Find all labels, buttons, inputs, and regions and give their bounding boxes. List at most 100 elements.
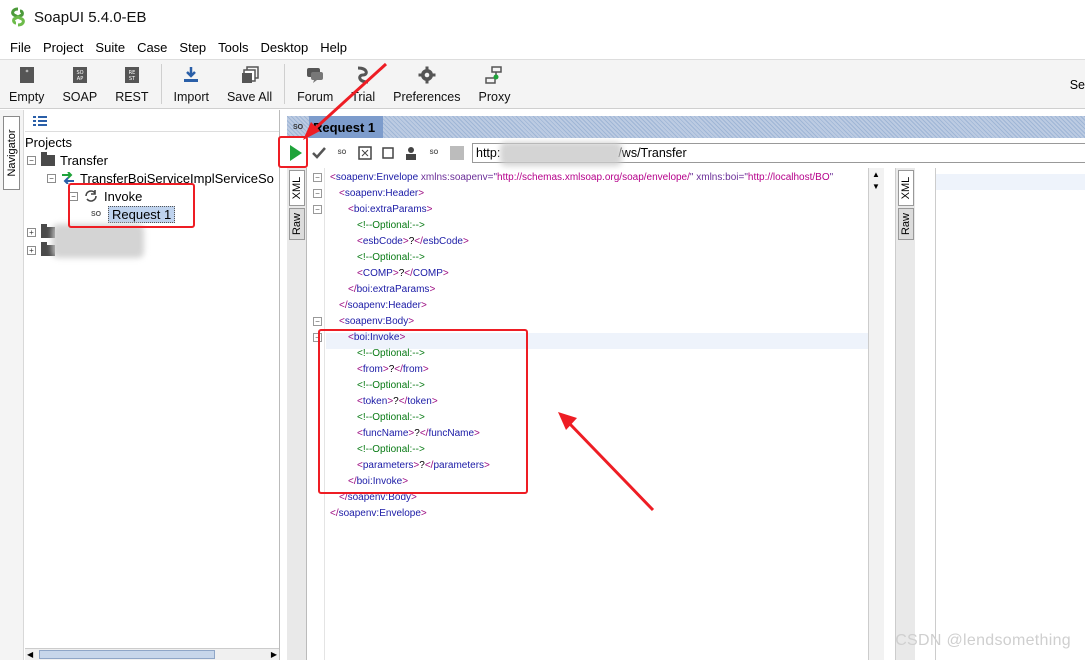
toolbar-search-label[interactable]: Se	[1070, 78, 1085, 92]
add-assertion-icon[interactable]	[311, 145, 327, 161]
endpoint-prefix: http:	[476, 146, 501, 160]
xml-token: <!--Optional:-->	[357, 220, 425, 231]
soap-action-icon[interactable]: SO	[334, 145, 350, 161]
xml-line: <boi:extraParams>	[326, 202, 433, 218]
xml-token: xmlns:soapenv	[420, 172, 488, 183]
menu-tools[interactable]: Tools	[212, 40, 254, 55]
fold-collapse-icon[interactable]: −	[313, 205, 322, 214]
scrollbar-thumb[interactable]	[39, 650, 215, 659]
toolbar-trial-button[interactable]: Trial	[342, 60, 384, 108]
xml-line: <esbCode>?</esbCode>	[326, 234, 469, 250]
scroll-up-icon[interactable]: ▲	[872, 170, 880, 179]
xml-token: </	[348, 284, 357, 295]
toolbar-save-all-button[interactable]: Save All	[218, 60, 281, 108]
xml-token: COMP	[362, 268, 393, 279]
xml-line: <soapenv:Body>	[326, 314, 414, 330]
tab-xml[interactable]: XML	[289, 170, 305, 206]
response-tab-xml-label: XML	[900, 176, 912, 200]
soap-project-icon: SO AP	[71, 66, 89, 84]
menu-help[interactable]: Help	[314, 40, 353, 55]
scroll-left-icon[interactable]: ◀	[27, 650, 33, 659]
import-icon	[182, 66, 200, 84]
user-icon[interactable]	[403, 145, 419, 161]
fit-window-icon[interactable]	[357, 145, 373, 161]
stop-icon[interactable]	[380, 145, 396, 161]
save-all-icon	[241, 66, 259, 84]
xml-token: http://localhost/BO	[747, 172, 830, 183]
redacted-area	[500, 142, 622, 166]
menu-bar: File Project Suite Case Step Tools Desktop Help	[0, 36, 353, 58]
xml-line: </boi:extraParams>	[326, 282, 435, 298]
request-view-tabs: XML Raw	[287, 168, 307, 660]
toolbar-forum-button[interactable]: Forum	[288, 60, 342, 108]
expand-icon[interactable]: +	[27, 245, 36, 255]
toolbar-import-button[interactable]: Import	[165, 60, 218, 108]
menu-file[interactable]: File	[4, 40, 37, 55]
menu-case[interactable]: Case	[131, 40, 173, 55]
menu-project[interactable]: Project	[37, 40, 89, 55]
toolbar-empty-button[interactable]: * Empty	[0, 60, 53, 108]
tree-item-project[interactable]: − Transfer	[27, 151, 108, 169]
xml-token: >	[426, 204, 433, 215]
scroll-right-icon[interactable]: ▶	[271, 650, 277, 659]
scroll-down-icon[interactable]: ▼	[872, 182, 880, 191]
menu-step[interactable]: Step	[173, 40, 212, 55]
toolbar-preferences-button[interactable]: Preferences	[384, 60, 469, 108]
menu-desktop[interactable]: Desktop	[255, 40, 315, 55]
navigator-tab-label: Navigator	[5, 129, 18, 177]
fold-collapse-icon[interactable]: −	[313, 317, 322, 326]
tab-raw-label: Raw	[291, 212, 303, 236]
xml-token: xmlns:boi	[696, 172, 739, 183]
tree-project-label: Transfer	[60, 152, 108, 168]
rest-project-icon: RE ST	[123, 66, 141, 84]
toolbar-proxy-button[interactable]: Proxy	[470, 60, 520, 108]
xml-token: soapenv:Header	[344, 188, 419, 199]
collapse-icon[interactable]: −	[47, 173, 56, 183]
xml-token: "	[829, 172, 834, 183]
toolbar-label: Save All	[226, 90, 273, 104]
proxy-icon	[485, 66, 503, 84]
response-tab-raw[interactable]: Raw	[898, 208, 914, 240]
soap-request-icon: SO	[292, 123, 304, 131]
toolbar-label: SOAP	[62, 90, 98, 104]
tree-horizontal-scrollbar[interactable]: ◀ ▶	[25, 648, 279, 660]
collapse-icon[interactable]: −	[27, 155, 36, 165]
xml-token: </	[404, 268, 413, 279]
response-xml-editor[interactable]	[935, 168, 1085, 660]
fold-collapse-icon[interactable]: −	[313, 173, 322, 182]
soapui-logo-icon	[11, 7, 25, 27]
xml-token: </	[330, 508, 339, 519]
toolbar-rest-button[interactable]: RE ST REST	[106, 60, 157, 108]
navigator-tab[interactable]: Navigator	[3, 116, 20, 190]
editor-vertical-scrollbar[interactable]: ▲ ▼	[868, 168, 884, 660]
xml-line: <COMP>?</COMP>	[326, 266, 449, 282]
xml-token: COMP	[412, 268, 443, 279]
toolbar-label: Import	[173, 90, 209, 104]
list-view-icon[interactable]	[33, 115, 47, 126]
xml-token: >	[429, 284, 436, 295]
xml-token: >	[462, 236, 469, 247]
window-title: SoapUI 5.4.0-EB	[34, 8, 147, 26]
svg-text:ST: ST	[129, 76, 136, 82]
toolbar-label: Forum	[297, 90, 334, 104]
menu-suite[interactable]: Suite	[89, 40, 131, 55]
xml-token: >	[408, 316, 415, 327]
toolbar-label: REST	[115, 90, 149, 104]
xml-token: >	[418, 188, 425, 199]
response-tab-raw-label: Raw	[900, 212, 912, 236]
tab-raw[interactable]: Raw	[289, 208, 305, 240]
tree-root-projects[interactable]: Projects	[25, 133, 72, 151]
response-tab-xml[interactable]: XML	[898, 170, 914, 206]
xml-token: <!--Optional:-->	[357, 252, 425, 263]
toolbar-label: Preferences	[393, 90, 461, 104]
annotation-box-invoke	[318, 329, 528, 494]
xml-token: boi:extraParams	[353, 204, 427, 215]
soap-options-icon[interactable]: SO	[426, 145, 442, 161]
main-toolbar: * Empty SO AP SOAP RE ST REST Import Save …	[0, 59, 1085, 109]
fold-collapse-icon[interactable]: −	[313, 189, 322, 198]
expand-icon[interactable]: +	[27, 227, 36, 237]
toolbar-soap-button[interactable]: SO AP SOAP	[53, 60, 106, 108]
tab-xml-label: XML	[291, 176, 303, 200]
trial-icon	[354, 66, 372, 84]
xml-token: ="	[738, 172, 748, 183]
